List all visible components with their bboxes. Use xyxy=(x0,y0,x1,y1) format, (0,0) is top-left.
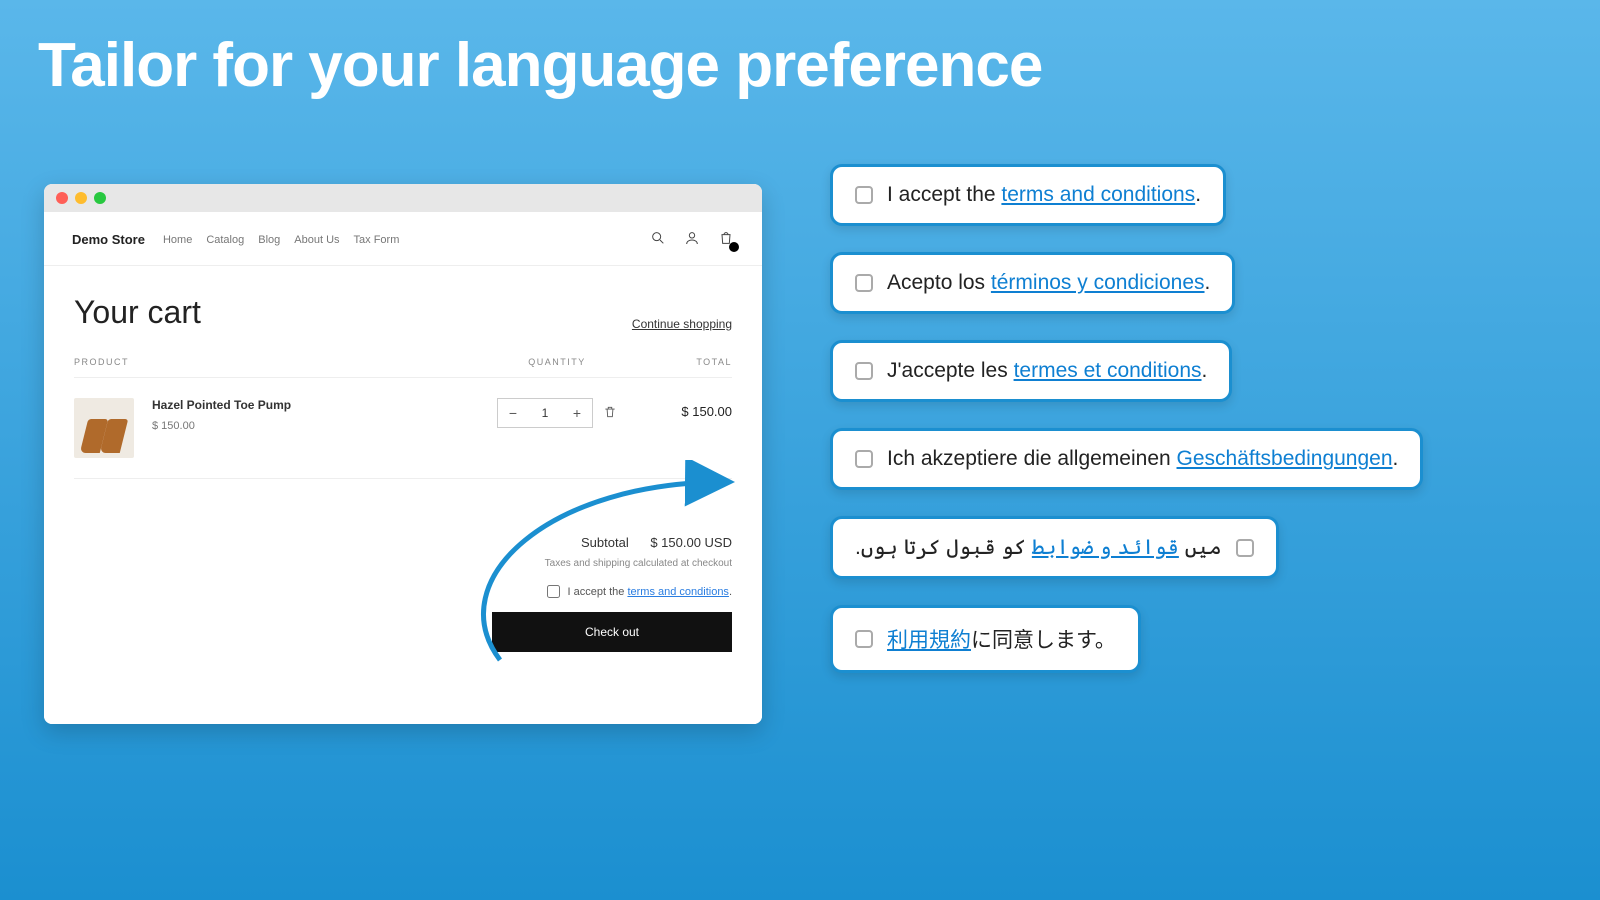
language-card-5: 利用規約に同意します。 xyxy=(830,605,1141,673)
col-total: TOTAL xyxy=(642,357,732,367)
subtotal-label: Subtotal xyxy=(581,535,629,550)
card-suffix: に同意します。 xyxy=(971,629,1116,652)
language-card-1: Acepto los términos y condiciones. xyxy=(830,252,1235,314)
card-suffix: . xyxy=(1205,271,1211,294)
card-prefix: J'accepte les xyxy=(887,359,1014,382)
card-link[interactable]: 利用規約 xyxy=(887,629,971,652)
page-headline: Tailor for your language preference xyxy=(38,30,1042,101)
terms-checkbox[interactable] xyxy=(547,585,560,598)
card-suffix: کو قبول کرتا ہوں. xyxy=(855,536,1032,559)
cart-body: Your cart Continue shopping PRODUCT QUAN… xyxy=(44,266,762,672)
terms-checkbox[interactable] xyxy=(855,186,873,204)
search-icon[interactable] xyxy=(650,230,666,249)
cart-row: Hazel Pointed Toe Pump $ 150.00 − 1 + $ … xyxy=(74,378,732,479)
remove-item-icon[interactable] xyxy=(603,405,617,424)
card-text: I accept the terms and conditions. xyxy=(887,183,1201,207)
terms-checkbox[interactable] xyxy=(855,450,873,468)
cart-title: Your cart xyxy=(74,294,201,331)
card-suffix: . xyxy=(1202,359,1208,382)
card-text: Ich akzeptiere die allgemeinen Geschäfts… xyxy=(887,447,1398,471)
terms-link[interactable]: terms and conditions xyxy=(627,586,729,598)
terms-prefix: I accept the xyxy=(568,586,628,598)
card-link[interactable]: términos y condiciones xyxy=(991,271,1205,294)
col-quantity: QUANTITY xyxy=(472,357,642,367)
tax-note: Taxes and shipping calculated at checkou… xyxy=(74,558,732,569)
cart-icon[interactable] xyxy=(718,230,734,249)
terms-checkbox[interactable] xyxy=(1236,539,1254,557)
card-prefix: Acepto los xyxy=(887,271,991,294)
product-name[interactable]: Hazel Pointed Toe Pump xyxy=(152,398,472,412)
account-icon[interactable] xyxy=(684,230,700,249)
window-zoom-icon[interactable] xyxy=(94,192,106,204)
card-suffix: . xyxy=(1393,447,1399,470)
continue-shopping-link[interactable]: Continue shopping xyxy=(632,317,732,331)
card-text: میں قوائد و ضوابط کو قبول کرتا ہوں. xyxy=(855,535,1222,560)
language-cards: I accept the terms and conditions.Acepto… xyxy=(830,164,1423,673)
cart-columns: PRODUCT QUANTITY TOTAL xyxy=(74,357,732,378)
terms-checkbox[interactable] xyxy=(855,362,873,380)
col-product: PRODUCT xyxy=(74,357,472,367)
product-thumb[interactable] xyxy=(74,398,134,458)
card-link[interactable]: termes et conditions xyxy=(1014,359,1202,382)
cart-badge xyxy=(729,242,739,252)
nav-taxform[interactable]: Tax Form xyxy=(354,234,400,246)
product-price: $ 150.00 xyxy=(152,420,472,432)
language-card-4: میں قوائد و ضوابط کو قبول کرتا ہوں. xyxy=(830,516,1279,579)
language-card-0: I accept the terms and conditions. xyxy=(830,164,1226,226)
card-prefix: I accept the xyxy=(887,183,1001,206)
language-card-2: J'accepte les termes et conditions. xyxy=(830,340,1232,402)
card-link[interactable]: Geschäftsbedingungen xyxy=(1177,447,1393,470)
browser-window: Demo Store Home Catalog Blog About Us Ta… xyxy=(44,184,762,724)
card-text: Acepto los términos y condiciones. xyxy=(887,271,1210,295)
card-suffix: . xyxy=(1195,183,1201,206)
subtotal-value: $ 150.00 USD xyxy=(650,535,732,550)
nav-catalog[interactable]: Catalog xyxy=(206,234,244,246)
qty-value: 1 xyxy=(528,399,562,427)
terms-checkbox[interactable] xyxy=(855,274,873,292)
language-card-3: Ich akzeptiere die allgemeinen Geschäfts… xyxy=(830,428,1423,490)
quantity-stepper: − 1 + xyxy=(497,398,593,428)
card-text: 利用規約に同意します。 xyxy=(887,624,1116,654)
cart-summary: Subtotal $ 150.00 USD Taxes and shipping… xyxy=(74,479,732,652)
line-total: $ 150.00 xyxy=(642,398,732,458)
window-titlebar xyxy=(44,184,762,212)
window-close-icon[interactable] xyxy=(56,192,68,204)
store-page: Demo Store Home Catalog Blog About Us Ta… xyxy=(44,212,762,724)
terms-checkbox[interactable] xyxy=(855,630,873,648)
store-header: Demo Store Home Catalog Blog About Us Ta… xyxy=(44,212,762,259)
card-text: J'accepte les termes et conditions. xyxy=(887,359,1207,383)
card-link[interactable]: قوائد و ضوابط xyxy=(1032,536,1179,559)
card-prefix: میں xyxy=(1179,536,1222,559)
card-link[interactable]: terms and conditions xyxy=(1001,183,1195,206)
checkout-button[interactable]: Check out xyxy=(492,612,732,652)
nav-about[interactable]: About Us xyxy=(294,234,339,246)
qty-increase-button[interactable]: + xyxy=(562,399,592,427)
qty-decrease-button[interactable]: − xyxy=(498,399,528,427)
terms-suffix: . xyxy=(729,586,732,598)
nav-home[interactable]: Home xyxy=(163,234,192,246)
terms-row: I accept the terms and conditions. xyxy=(74,585,732,598)
window-minimize-icon[interactable] xyxy=(75,192,87,204)
nav-blog[interactable]: Blog xyxy=(258,234,280,246)
store-name: Demo Store xyxy=(72,232,145,247)
card-prefix: Ich akzeptiere die allgemeinen xyxy=(887,447,1177,470)
